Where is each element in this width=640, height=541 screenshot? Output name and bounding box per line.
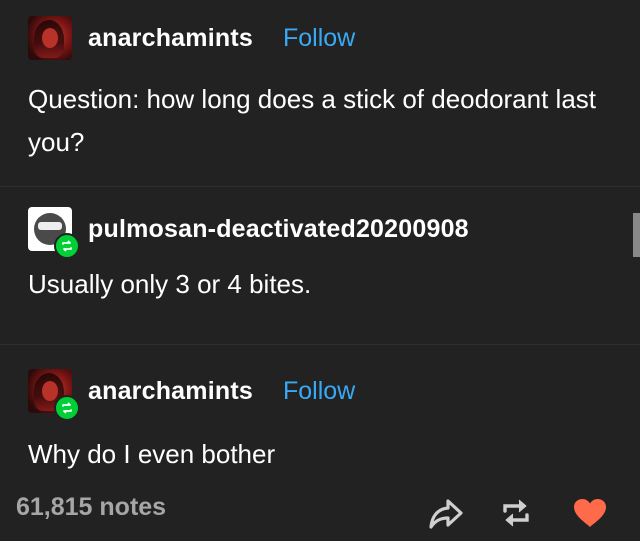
avatar[interactable] (28, 369, 80, 421)
avatar[interactable] (28, 16, 72, 60)
post-body: Why do I even bother (28, 439, 276, 469)
follow-button[interactable]: Follow (283, 377, 355, 406)
post-reblog: pulmosan-deactivated20200908 Usually onl… (0, 187, 640, 344)
reblog-badge-icon (54, 233, 80, 259)
post-header: anarchamints Follow (28, 369, 355, 421)
username[interactable]: pulmosan-deactivated20200908 (88, 215, 469, 244)
post-header: pulmosan-deactivated20200908 (28, 207, 469, 259)
username[interactable]: anarchamints (88, 24, 253, 53)
post-body: Question: how long does a stick of deodo… (28, 84, 597, 157)
share-icon[interactable] (428, 497, 464, 534)
post-body: Usually only 3 or 4 bites. (28, 269, 312, 299)
reblog-badge-icon (54, 395, 80, 421)
scrollbar[interactable] (633, 213, 640, 257)
avatar[interactable] (28, 207, 80, 259)
notes-count[interactable]: 61,815 notes (16, 493, 166, 522)
reblog-icon[interactable] (499, 497, 533, 534)
post-original: anarchamints Follow Question: how long d… (0, 0, 640, 186)
post-footer: 61,815 notes (0, 483, 640, 541)
post-header: anarchamints Follow (28, 16, 355, 60)
username[interactable]: anarchamints (88, 377, 253, 406)
follow-button[interactable]: Follow (283, 24, 355, 53)
like-heart-icon[interactable] (572, 497, 608, 534)
post-reblog: anarchamints Follow Why do I even bother (0, 345, 640, 483)
